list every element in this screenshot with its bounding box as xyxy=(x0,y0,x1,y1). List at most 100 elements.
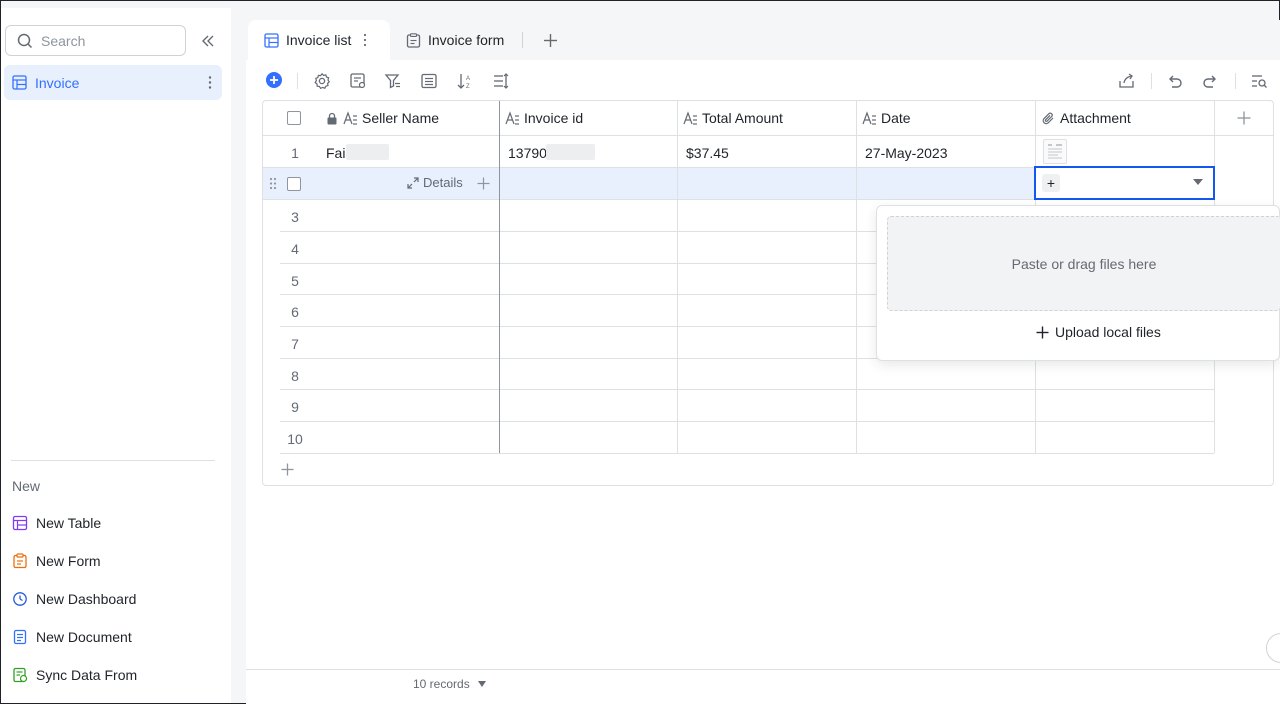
tab-invoice-list[interactable]: Invoice list xyxy=(248,20,390,60)
new-document-button[interactable]: New Document xyxy=(12,627,132,647)
row-checkbox[interactable] xyxy=(287,177,301,191)
cell-seller-name[interactable]: Fai xyxy=(326,145,345,161)
row-divider xyxy=(280,389,1214,390)
column-header-seller-name[interactable]: Seller Name xyxy=(326,101,439,135)
tab-divider xyxy=(522,32,523,48)
new-form-button[interactable]: New Form xyxy=(12,551,101,571)
record-count: 10 records xyxy=(413,677,470,691)
document-icon xyxy=(13,629,27,645)
document-preview-icon xyxy=(1048,144,1062,159)
dashboard-icon xyxy=(13,592,27,606)
search-input[interactable]: Search xyxy=(5,25,186,56)
new-section-label: New xyxy=(12,478,41,494)
header-divider xyxy=(263,135,1273,136)
redacted-text xyxy=(546,144,595,160)
form-icon xyxy=(13,553,27,569)
search-icon xyxy=(17,33,33,48)
attachment-icon xyxy=(1042,112,1054,124)
column-divider xyxy=(677,101,678,453)
table-icon xyxy=(12,75,27,90)
undo-icon[interactable] xyxy=(1166,72,1184,90)
text-field-icon xyxy=(505,110,519,125)
column-header-invoice-id[interactable]: Invoice id xyxy=(505,101,583,135)
attachment-cell-editor[interactable]: + xyxy=(1034,166,1215,200)
row-divider xyxy=(280,421,1214,422)
column-label: Total Amount xyxy=(702,110,783,126)
text-field-icon xyxy=(683,110,697,125)
lock-icon xyxy=(327,112,337,124)
row-number: 10 xyxy=(287,431,303,447)
search-records-icon[interactable] xyxy=(1250,72,1268,90)
new-table-button[interactable]: New Table xyxy=(12,513,101,533)
column-label: Date xyxy=(881,110,911,126)
new-form-label: New Form xyxy=(36,553,101,569)
group-icon[interactable] xyxy=(420,72,438,90)
column-header-attachment[interactable]: Attachment xyxy=(1041,101,1131,135)
chevron-down-icon[interactable] xyxy=(1193,179,1203,185)
sidebar: Search Invoice New New Table New Form Ne… xyxy=(1,8,231,703)
toolbar-divider xyxy=(1235,73,1236,89)
tab-invoice-form[interactable]: Invoice form xyxy=(406,20,504,60)
sidebar-item-invoice[interactable]: Invoice xyxy=(4,65,222,100)
column-label: Seller Name xyxy=(362,110,440,126)
sync-data-button[interactable]: Sync Data From xyxy=(12,665,137,685)
share-icon[interactable] xyxy=(1118,72,1136,90)
toolbar-divider xyxy=(297,73,298,89)
drag-handle-icon[interactable] xyxy=(269,177,277,190)
table-icon xyxy=(12,515,28,531)
row-number: 1 xyxy=(291,145,299,161)
cell-date[interactable]: 27-May-2023 xyxy=(865,145,948,161)
column-header-date[interactable]: Date xyxy=(862,101,911,135)
row-number: 6 xyxy=(291,304,299,320)
row-number: 5 xyxy=(291,273,299,289)
toolbar-divider xyxy=(1151,73,1152,89)
text-field-icon xyxy=(862,110,876,125)
expand-icon xyxy=(407,176,419,189)
redacted-text xyxy=(346,144,389,160)
collapse-sidebar-icon[interactable] xyxy=(199,32,217,50)
file-drop-zone[interactable]: Paste or drag files here xyxy=(887,216,1280,311)
svg-text:Z: Z xyxy=(466,84,470,90)
row-height-icon[interactable] xyxy=(492,72,510,90)
column-divider xyxy=(856,101,857,453)
drop-zone-text: Paste or drag files here xyxy=(1011,255,1157,272)
cell-total-amount[interactable]: $37.45 xyxy=(686,145,729,161)
column-header-total-amount[interactable]: Total Amount xyxy=(683,101,783,135)
record-count-dropdown[interactable]: 10 records xyxy=(413,677,486,691)
grid-view-icon xyxy=(264,32,279,48)
add-view-icon[interactable] xyxy=(543,33,558,48)
add-record-icon[interactable] xyxy=(265,71,283,89)
row-number: 8 xyxy=(291,368,299,384)
attachment-thumbnail[interactable] xyxy=(1043,139,1067,164)
svg-text:A: A xyxy=(466,76,470,82)
cell-invoice-id[interactable]: 13790 xyxy=(508,145,547,161)
expand-details-button[interactable]: Details xyxy=(407,175,463,190)
details-label: Details xyxy=(423,175,463,190)
tab-more-icon[interactable] xyxy=(363,33,367,47)
caret-down-icon xyxy=(477,681,486,687)
frozen-column-divider xyxy=(499,101,500,453)
add-column-icon[interactable] xyxy=(1237,111,1251,125)
field-config-icon[interactable] xyxy=(349,72,367,90)
add-row-icon[interactable] xyxy=(281,463,294,476)
new-document-label: New Document xyxy=(36,629,132,645)
settings-icon[interactable] xyxy=(313,72,331,90)
select-all-checkbox[interactable] xyxy=(287,111,301,125)
tab-label: Invoice list xyxy=(286,32,352,48)
attachment-upload-popup: Paste or drag files here Upload local fi… xyxy=(876,205,1280,361)
more-options-icon[interactable] xyxy=(208,75,212,90)
filter-icon[interactable] xyxy=(384,72,402,90)
add-icon[interactable] xyxy=(477,177,490,190)
upload-label: Upload local files xyxy=(1055,324,1161,340)
text-field-icon xyxy=(343,110,357,125)
sort-icon[interactable]: AZ xyxy=(456,72,474,90)
grid-footer xyxy=(246,669,1280,704)
upload-local-files-button[interactable]: Upload local files xyxy=(1036,324,1161,340)
new-dashboard-button[interactable]: New Dashboard xyxy=(12,589,136,609)
row-number: 3 xyxy=(291,209,299,225)
redo-icon[interactable] xyxy=(1201,72,1219,90)
add-attachment-button[interactable]: + xyxy=(1042,174,1060,192)
sidebar-item-label: Invoice xyxy=(35,74,80,91)
column-label: Attachment xyxy=(1060,110,1131,126)
view-tabs xyxy=(246,20,1280,60)
